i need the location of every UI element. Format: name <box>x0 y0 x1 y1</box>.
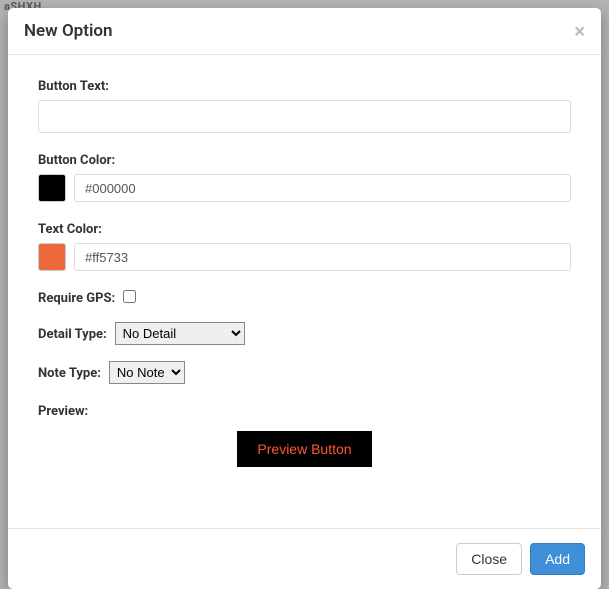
button-text-input[interactable] <box>38 100 571 133</box>
modal-body: Button Text: Button Color: Text Color: R… <box>8 55 601 528</box>
preview-section: Preview: <box>38 400 571 419</box>
button-color-field: Button Color: <box>38 149 571 202</box>
add-button[interactable]: Add <box>530 543 585 575</box>
preview-wrap: Preview Button <box>38 431 571 467</box>
button-color-label: Button Color: <box>38 153 115 168</box>
close-icon[interactable]: × <box>574 21 585 41</box>
button-color-swatch[interactable] <box>38 174 66 202</box>
preview-button[interactable]: Preview Button <box>237 431 371 467</box>
button-text-label: Button Text: <box>38 79 109 94</box>
note-type-field: Note Type: No Note <box>38 361 571 384</box>
modal-footer: Close Add <box>8 528 601 589</box>
text-color-label: Text Color: <box>38 222 102 237</box>
note-type-label: Note Type: <box>38 366 101 381</box>
modal-header: New Option × <box>8 8 601 55</box>
modal-title: New Option <box>24 21 112 41</box>
detail-type-label: Detail Type: <box>38 327 107 342</box>
require-gps-label: Require GPS: <box>38 291 115 306</box>
text-color-swatch[interactable] <box>38 243 66 271</box>
detail-type-select[interactable]: No Detail <box>115 322 245 345</box>
new-option-modal: New Option × Button Text: Button Color: … <box>8 8 601 589</box>
close-button[interactable]: Close <box>456 543 522 575</box>
button-color-input[interactable] <box>74 174 571 202</box>
require-gps-checkbox[interactable] <box>123 290 136 303</box>
require-gps-field: Require GPS: <box>38 287 571 306</box>
button-text-field: Button Text: <box>38 75 571 133</box>
text-color-input[interactable] <box>74 243 571 271</box>
text-color-field: Text Color: <box>38 218 571 271</box>
note-type-select[interactable]: No Note <box>109 361 185 384</box>
preview-label: Preview: <box>38 404 88 419</box>
detail-type-field: Detail Type: No Detail <box>38 322 571 345</box>
